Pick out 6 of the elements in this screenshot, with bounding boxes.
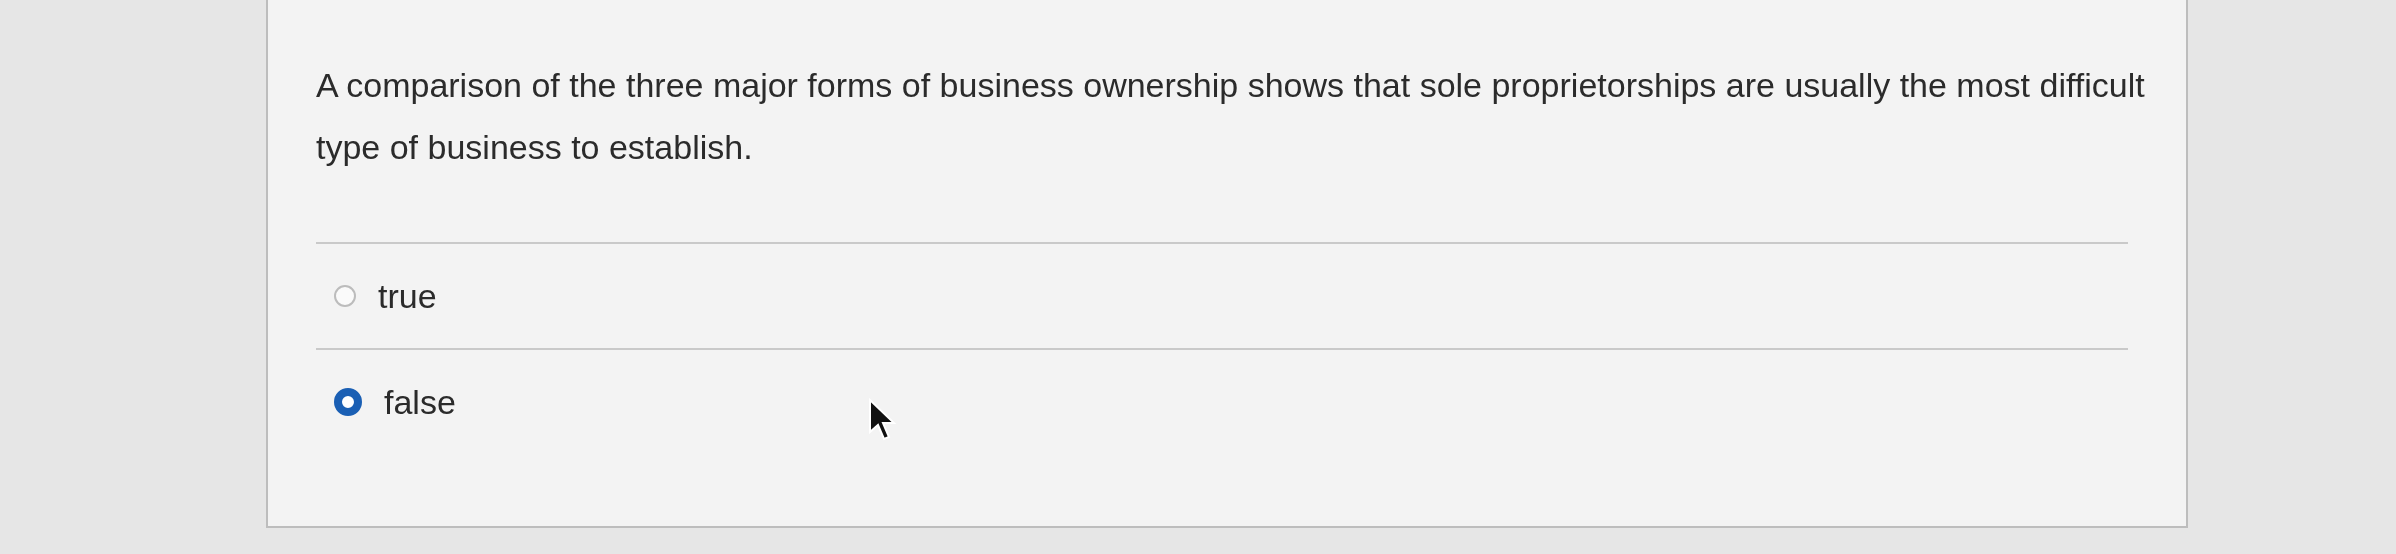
question-text: A comparison of the three major forms of business ownership shows that sole proprietorships are usually the most difficult type of business to establish. [316,65,2146,168]
option-label[interactable]: false [384,382,456,422]
option-label[interactable]: true [378,276,437,316]
radio-button[interactable] [334,388,362,416]
radio-button[interactable] [334,285,356,307]
cursor-icon [868,398,898,442]
